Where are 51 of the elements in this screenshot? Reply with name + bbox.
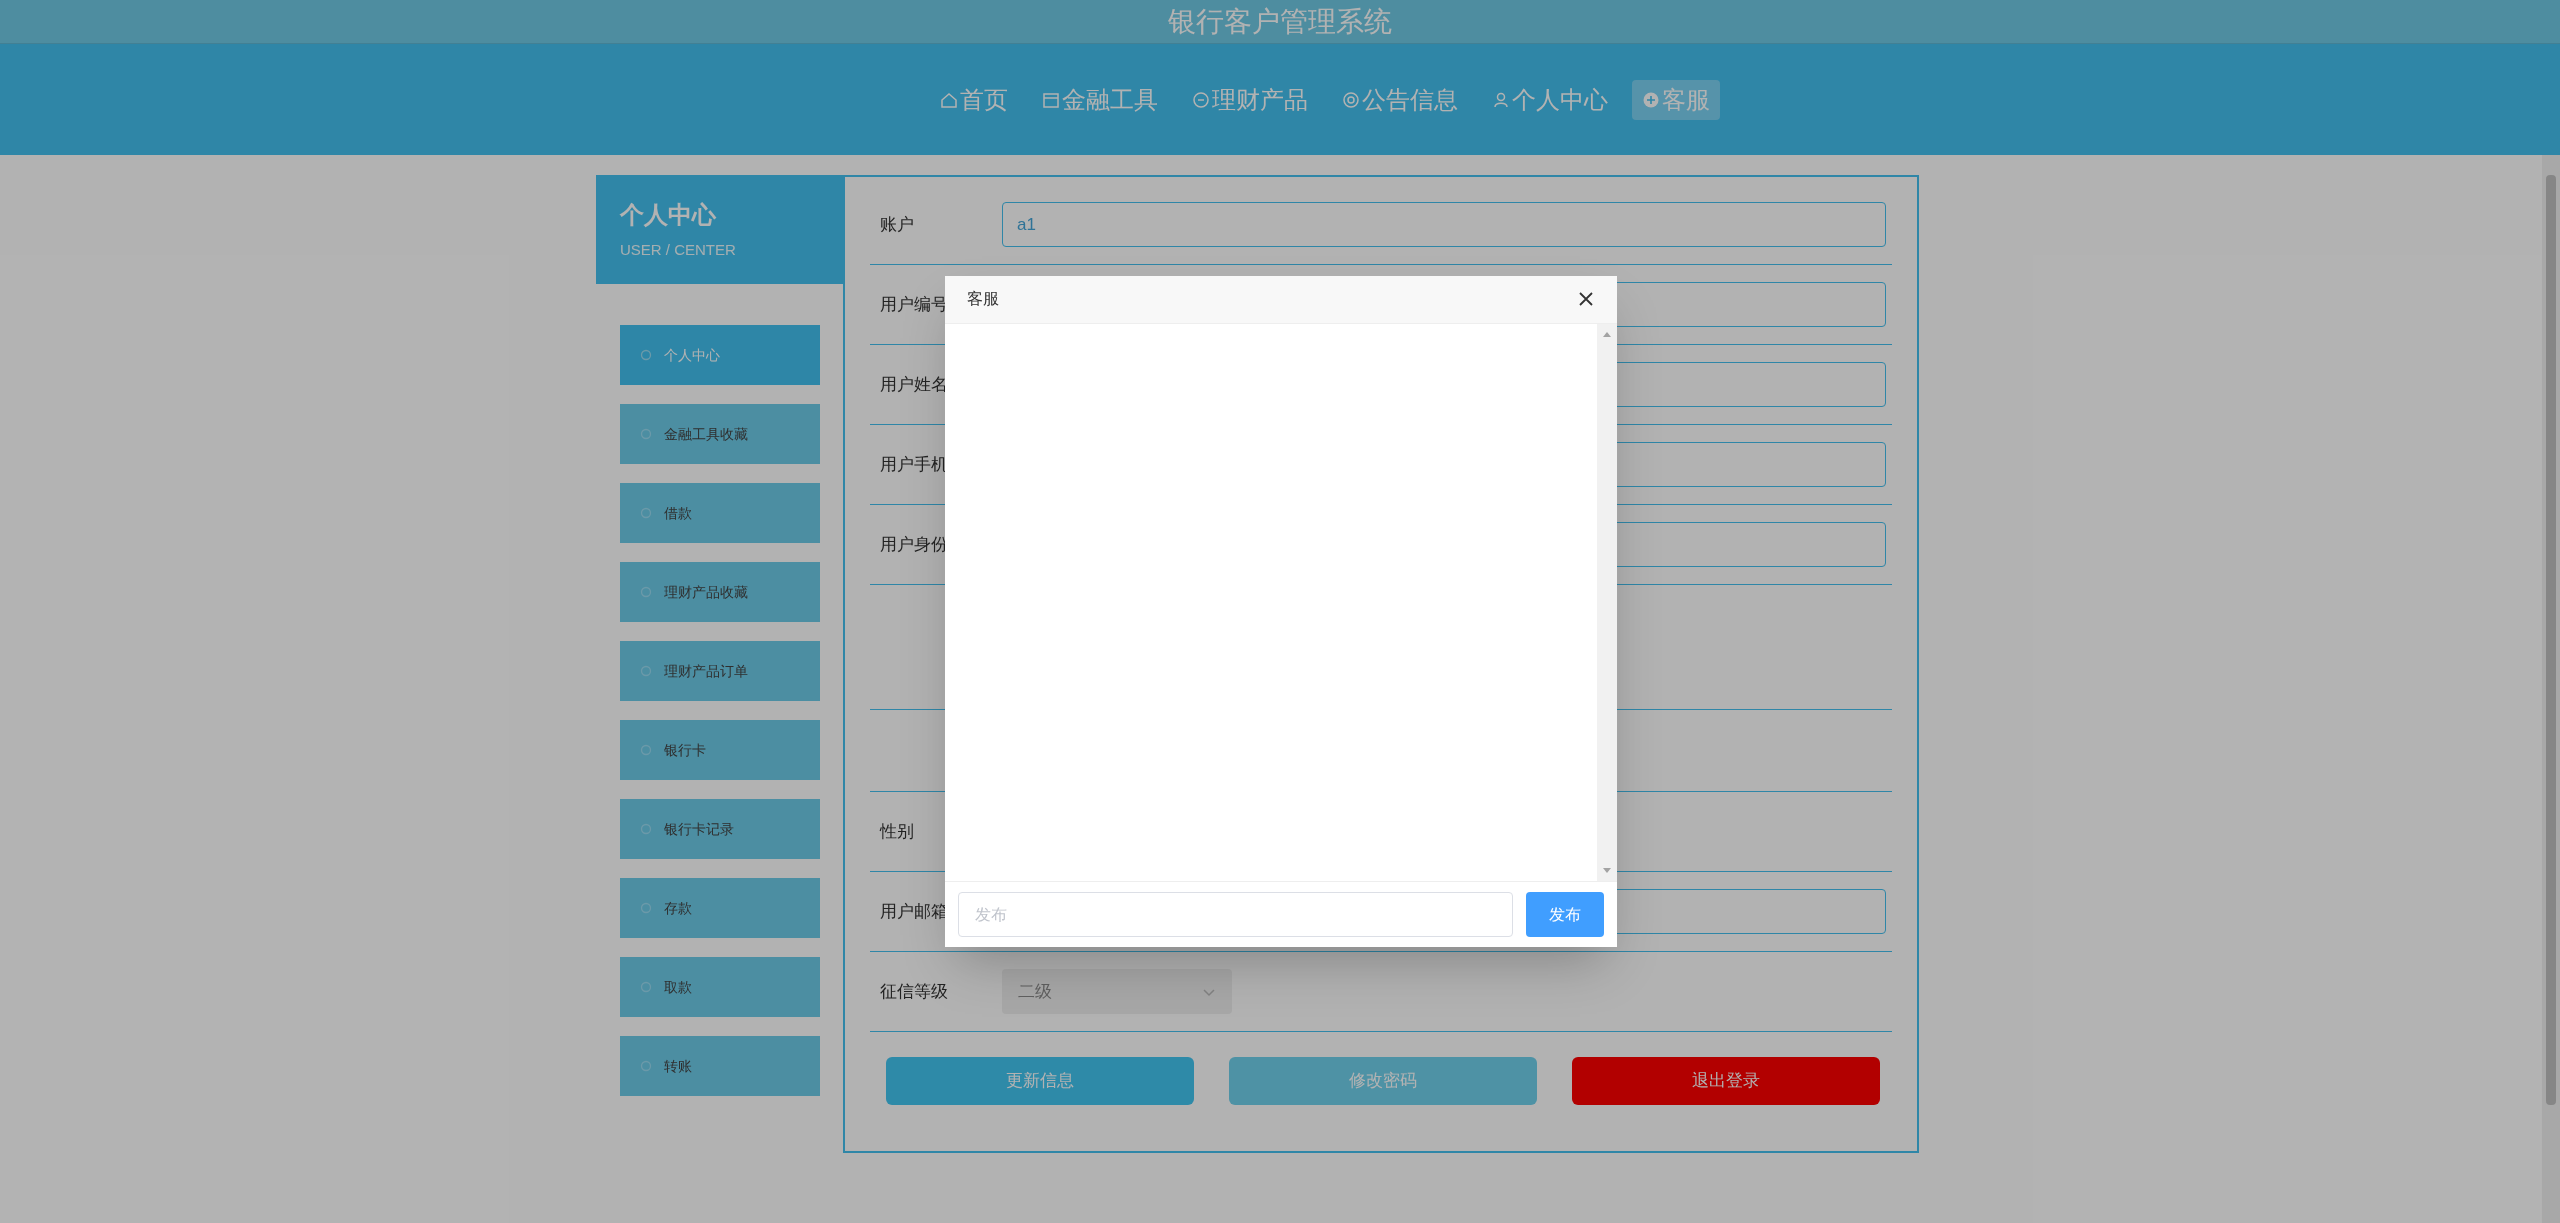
sidebar-item[interactable]: 个人中心 [620,325,820,385]
input-field[interactable]: a1 [1002,202,1886,247]
sidebar-item[interactable]: 金融工具收藏 [620,404,820,464]
circle-icon [640,744,652,756]
scrollbar[interactable] [1597,323,1617,881]
user-icon [1492,90,1510,109]
circle-icon [640,981,652,993]
app-title: 银行客户管理系统 [1168,4,1392,39]
sidebar-item[interactable]: 取款 [620,957,820,1017]
circle-icon [640,349,652,361]
scrollbar[interactable] [2542,155,2560,1223]
sidebar-item[interactable]: 理财产品收藏 [620,562,820,622]
sidebar-item[interactable]: 借款 [620,483,820,543]
action-button[interactable]: 修改密码 [1229,1057,1537,1105]
nav-link[interactable]: 金融工具 [1032,79,1168,120]
circle-icon [640,428,652,440]
circle-icon [640,665,652,677]
home-icon [940,90,958,109]
sidebar-title: 个人中心 [620,200,717,231]
sidebar-item[interactable]: 转账 [620,1036,820,1096]
nav-link[interactable]: 公告信息 [1332,79,1468,120]
action-button[interactable]: 更新信息 [886,1057,1194,1105]
circle-icon [640,823,652,835]
send-button[interactable]: 发布 [1526,892,1604,937]
field-label: 用户姓名 [880,374,948,394]
field-label: 用户编号 [880,294,948,314]
field-label: 性别 [880,821,914,841]
circle-icon [640,507,652,519]
plus-circle-icon [1642,90,1660,109]
nav-link[interactable]: 理财产品 [1182,79,1318,120]
circle-icon [640,586,652,598]
nav-link[interactable]: 首页 [930,79,1018,120]
message-input[interactable]: 发布 [958,892,1513,937]
circle-icon [640,902,652,914]
field-label: 用户身份 [880,534,948,554]
scroll-down-icon[interactable] [1602,867,1612,875]
sidebar-item[interactable]: 银行卡 [620,720,820,780]
circle-icon [1192,90,1210,109]
field-label: 账户 [880,214,914,234]
sidebar-item[interactable]: 存款 [620,878,820,938]
dialog-title: 客服 [967,289,999,310]
calendar-icon [1042,90,1060,109]
circle-icon [640,1060,652,1072]
select-field[interactable]: 二级 [1002,969,1232,1014]
target-icon [1342,90,1360,109]
field-label: 征信等级 [880,981,948,1001]
sidebar-item[interactable]: 银行卡记录 [620,799,820,859]
sidebar-item[interactable]: 理财产品订单 [620,641,820,701]
nav-link[interactable]: 个人中心 [1482,79,1618,120]
action-button[interactable]: 退出登录 [1572,1057,1880,1105]
sidebar-subtitle: USER / CENTER [620,240,737,261]
